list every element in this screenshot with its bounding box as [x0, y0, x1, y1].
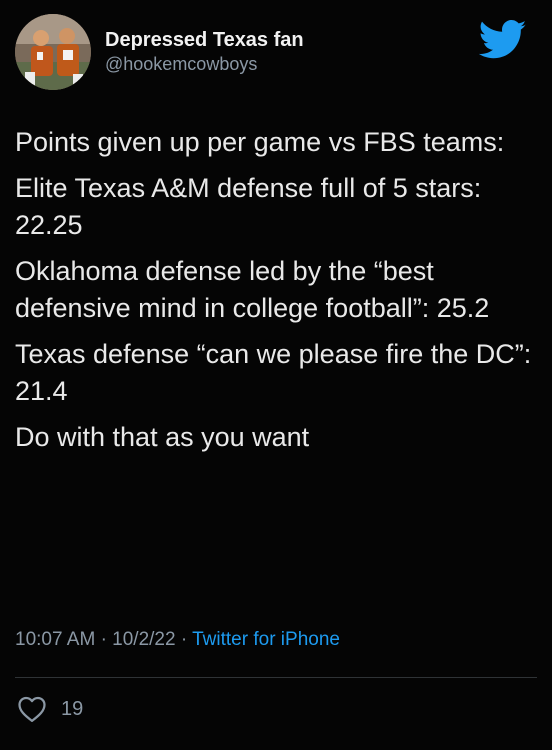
meta-separator: ·: [180, 629, 188, 650]
user-handle[interactable]: @hookemcowboys: [105, 52, 304, 76]
tweet-source-link[interactable]: Twitter for iPhone: [192, 629, 340, 650]
tweet-time[interactable]: 10:07 AM: [15, 629, 95, 650]
tweet-paragraph: Oklahoma defense led by the “best defens…: [15, 256, 490, 323]
avatar[interactable]: [15, 14, 91, 90]
tweet-card: Depressed Texas fan @hookemcowboys Point…: [0, 0, 552, 750]
meta-separator: ·: [100, 629, 107, 650]
tweet-text: Points given up per game vs FBS teams: E…: [15, 124, 535, 465]
tweet-paragraph: Do with that as you want: [15, 422, 310, 452]
tweet-date[interactable]: 10/2/22: [112, 629, 175, 650]
twitter-bird-icon: [479, 20, 527, 59]
author-names: Depressed Texas fan @hookemcowboys: [105, 28, 304, 76]
display-name[interactable]: Depressed Texas fan: [105, 28, 304, 52]
like-button[interactable]: 19: [17, 694, 83, 724]
heart-icon: [18, 696, 46, 722]
divider: [15, 677, 537, 678]
tweet-paragraph: Texas defense “can we please fire the DC…: [15, 339, 532, 406]
tweet-paragraph: Elite Texas A&M defense full of 5 stars:…: [15, 173, 482, 240]
tweet-paragraph: Points given up per game vs FBS teams:: [15, 127, 505, 157]
tweet-header: Depressed Texas fan @hookemcowboys: [15, 14, 535, 94]
tweet-meta: 10:07 AM · 10/2/22 · Twitter for iPhone: [15, 627, 340, 653]
like-count: 19: [61, 698, 84, 720]
